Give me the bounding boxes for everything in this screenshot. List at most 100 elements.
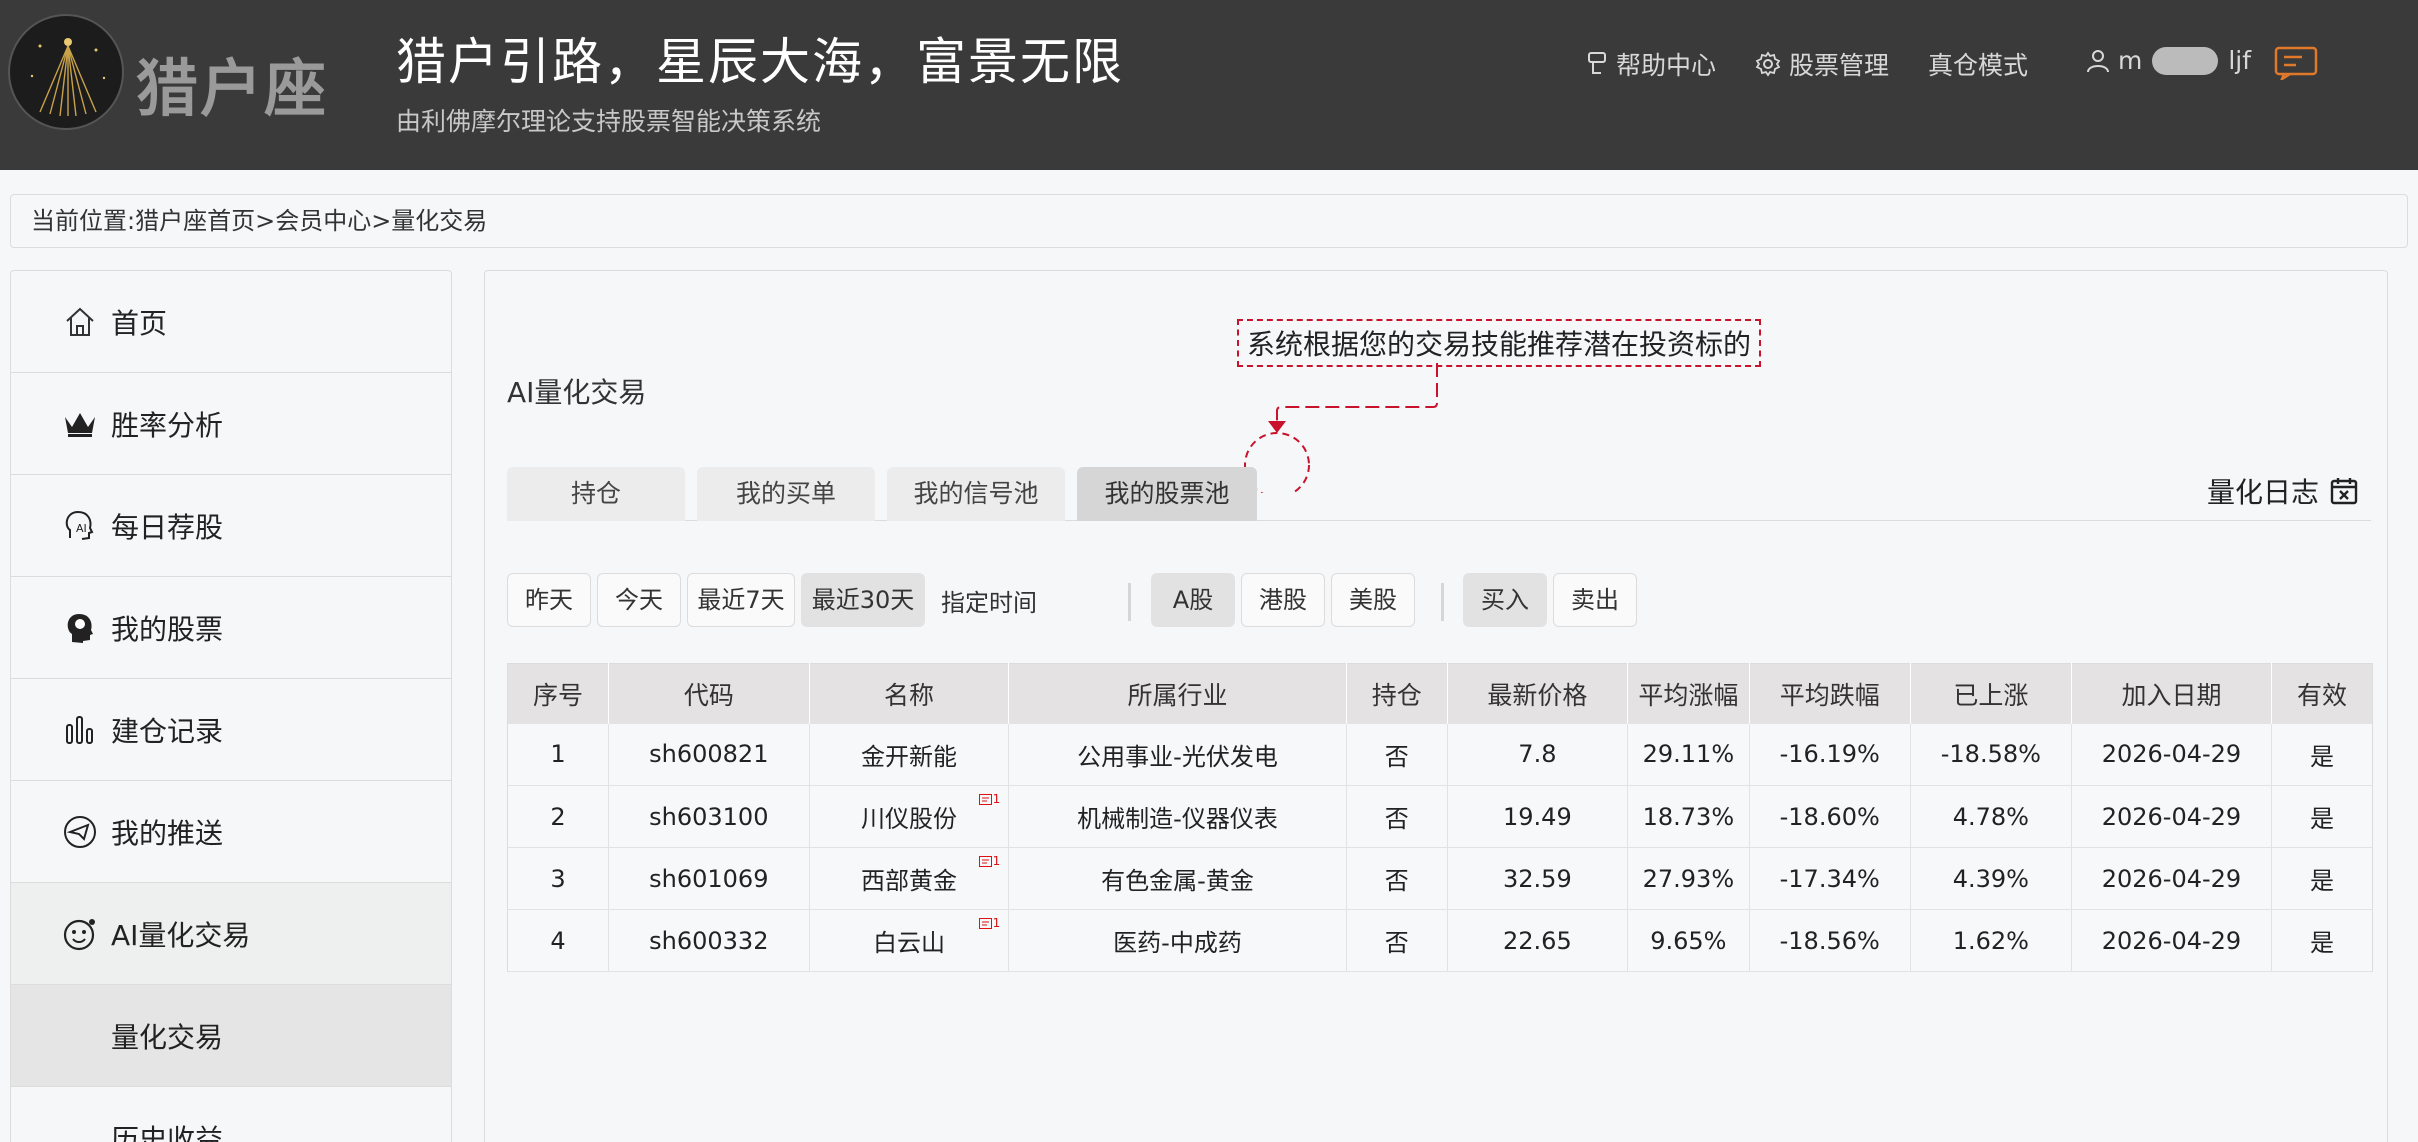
cell-risen: 1.62%	[1910, 909, 2072, 972]
report-badge[interactable]: 1	[978, 916, 1001, 930]
quant-log-button[interactable]: 量化日志	[2207, 471, 2359, 511]
tab-holdings[interactable]: 持仓	[507, 467, 685, 521]
brain-head-icon	[61, 609, 99, 647]
cell-avg-fall: -17.34%	[1749, 847, 1911, 910]
filter-sell[interactable]: 卖出	[1553, 573, 1637, 627]
cell-avg-rise: 27.93%	[1627, 847, 1750, 910]
user-name-prefix: m	[2118, 46, 2143, 75]
cell-valid: 是	[2271, 847, 2373, 910]
cell-holding: 否	[1346, 723, 1448, 786]
sidebar-item-position-record[interactable]: 建仓记录	[11, 679, 451, 781]
stock-name[interactable]: 川仪股份	[861, 805, 957, 833]
message-icon[interactable]	[2274, 46, 2318, 80]
cell-index: 3	[507, 847, 609, 910]
filter-us-share[interactable]: 美股	[1331, 573, 1415, 627]
stock-name[interactable]: 西部黄金	[861, 867, 957, 895]
nav-real-mode[interactable]: 真仓模式	[1928, 46, 2028, 82]
cell-avg-fall: -16.19%	[1749, 723, 1911, 786]
report-badge-count: 1	[992, 916, 1001, 930]
nav-help-center[interactable]: 帮助中心	[1586, 46, 1716, 82]
col-header-avg-fall[interactable]: 平均跌幅	[1749, 663, 1911, 724]
cell-name[interactable]: 川仪股份 1	[809, 785, 1010, 848]
col-header-valid[interactable]: 有效	[2271, 663, 2373, 724]
cell-latest-price: 7.8	[1447, 723, 1629, 786]
cell-holding: 否	[1346, 847, 1448, 910]
gear-icon	[1755, 51, 1781, 77]
col-header-avg-rise[interactable]: 平均涨幅	[1627, 663, 1750, 724]
col-header-join-date[interactable]: 加入日期	[2071, 663, 2273, 724]
sidebar-item-my-stocks[interactable]: 我的股票	[11, 577, 451, 679]
sidebar-item-history-profit[interactable]: 历史收益	[11, 1087, 451, 1142]
top-header: 猎户座 猎户引路，星辰大海，富景无限 由利佛摩尔理论支持股票智能决策系统 帮助中…	[0, 0, 2418, 170]
sidebar-item-quant-trade[interactable]: 量化交易	[11, 985, 451, 1087]
filter-custom-time[interactable]: 指定时间	[941, 583, 1037, 618]
filter-today[interactable]: 今天	[597, 573, 681, 627]
sidebar-item-win-rate[interactable]: 胜率分析	[11, 373, 451, 475]
svg-text:AI: AI	[76, 522, 87, 535]
col-header-code[interactable]: 代码	[608, 663, 810, 724]
cell-join-date: 2026-04-29	[2071, 723, 2273, 786]
filter-last-30-days[interactable]: 最近30天	[801, 573, 925, 627]
cell-industry: 医药-中成药	[1008, 909, 1347, 972]
quant-log-label: 量化日志	[2206, 476, 2319, 509]
cell-industry: 机械制造-仪器仪表	[1008, 785, 1347, 848]
nav-user[interactable]: m ljf	[2086, 46, 2251, 75]
report-badge[interactable]: 1	[978, 792, 1000, 806]
sidebar-item-label: 首页	[111, 306, 168, 340]
table-row[interactable]: 3 sh601069 西部黄金 1 有色金属-黄金 否 32.59 27.93% …	[507, 847, 2373, 910]
table-row[interactable]: 4 sh600332 白云山 1 医药-中成药 否 22.65 9.65% -18…	[507, 909, 2373, 972]
sidebar-item-label: 量化交易	[111, 1020, 224, 1054]
sidebar-item-home[interactable]: 首页	[11, 271, 451, 373]
filter-buy[interactable]: 买入	[1463, 573, 1547, 627]
cell-name[interactable]: 白云山 1	[809, 909, 1010, 972]
col-header-holding[interactable]: 持仓	[1346, 663, 1448, 724]
cell-index: 1	[507, 723, 609, 786]
stock-name[interactable]: 白云山	[873, 929, 945, 957]
cell-name[interactable]: 金开新能	[809, 723, 1010, 786]
report-badge-count: 1	[992, 854, 1001, 868]
col-header-latest-price[interactable]: 最新价格	[1447, 663, 1629, 724]
cell-risen: -18.58%	[1910, 723, 2072, 786]
tab-stock-pool[interactable]: 我的股票池	[1077, 467, 1257, 521]
table-row[interactable]: 1 sh600821 金开新能 公用事业-光伏发电 否 7.8 29.11% -…	[507, 723, 2373, 786]
report-icon	[978, 793, 992, 805]
sidebar-item-ai-quant[interactable]: AI量化交易	[11, 883, 451, 985]
nav-stock-manage[interactable]: 股票管理	[1755, 46, 1889, 82]
user-name-mask	[2152, 46, 2219, 75]
sidebar-item-label: 我的推送	[111, 816, 224, 850]
sidebar-item-label: 每日荐股	[111, 510, 224, 544]
cell-holding: 否	[1346, 909, 1448, 972]
main-panel: 系统根据您的交易技能推荐潜在投资标的 AI量化交易 持仓 我的买单 我的信号池 …	[484, 270, 2388, 1142]
col-header-index[interactable]: 序号	[507, 663, 609, 724]
tab-my-buy-orders[interactable]: 我的买单	[697, 467, 875, 521]
sidebar-item-my-push[interactable]: 我的推送	[11, 781, 451, 883]
cell-avg-rise: 9.65%	[1627, 909, 1750, 972]
user-icon	[2087, 49, 2109, 72]
filter-last-7-days[interactable]: 最近7天	[687, 573, 795, 627]
sidebar-item-label: AI量化交易	[111, 918, 251, 952]
sidebar-item-label: 建仓记录	[111, 714, 224, 748]
sidebar-item-daily-pick[interactable]: AI 每日荐股	[11, 475, 451, 577]
col-header-industry[interactable]: 所属行业	[1008, 663, 1347, 724]
filter-a-share[interactable]: A股	[1151, 573, 1235, 627]
cell-valid: 是	[2271, 909, 2373, 972]
help-icon	[1588, 52, 1606, 74]
filter-yesterday[interactable]: 昨天	[507, 573, 591, 627]
tab-signal-pool[interactable]: 我的信号池	[887, 467, 1065, 521]
report-badge[interactable]: 1	[978, 854, 1001, 868]
cell-index: 4	[507, 909, 609, 972]
table-row[interactable]: 2 sh603100 川仪股份 1 机械制造-仪器仪表 否 19.49 18.73…	[507, 785, 2373, 848]
filter-hk-share[interactable]: 港股	[1241, 573, 1325, 627]
cell-code: sh600332	[608, 909, 810, 972]
logo-icon[interactable]	[8, 14, 124, 130]
cell-name[interactable]: 西部黄金 1	[809, 847, 1010, 910]
cell-risen: 4.78%	[1910, 785, 2072, 848]
cell-holding: 否	[1346, 785, 1448, 848]
col-header-risen[interactable]: 已上涨	[1910, 663, 2072, 724]
col-header-name[interactable]: 名称	[809, 663, 1010, 724]
cell-index: 2	[507, 785, 609, 848]
sidebar-item-label: 我的股票	[111, 612, 224, 646]
nav-help-label: 帮助中心	[1616, 51, 1717, 80]
cell-avg-rise: 18.73%	[1627, 785, 1750, 848]
cell-latest-price: 32.59	[1447, 847, 1629, 910]
